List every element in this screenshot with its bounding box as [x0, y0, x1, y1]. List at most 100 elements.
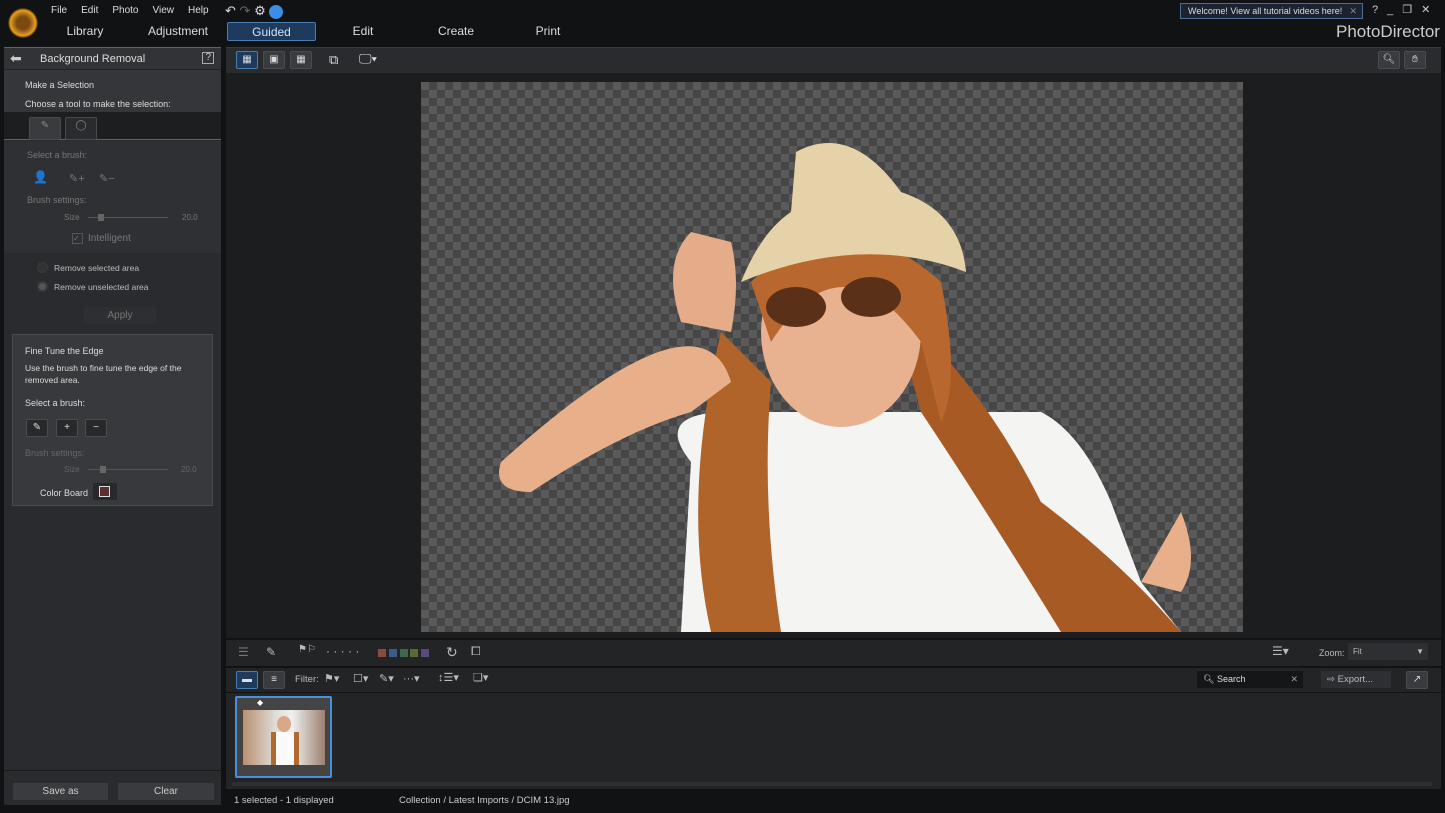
menu-bar: File Edit Photo View Help [51, 5, 223, 16]
welcome-tooltip[interactable]: Welcome! View all tutorial videos here! ✕ [1180, 3, 1363, 19]
refresh-icon[interactable]: ↻ [446, 644, 458, 661]
filter-rating-dropdown[interactable]: ☐▾ [353, 672, 368, 685]
tab-create[interactable]: Create [420, 22, 492, 41]
gear-icon[interactable]: ⚙ [254, 3, 266, 18]
sort-icon[interactable]: ☰▾ [1272, 644, 1289, 658]
zoom-tool-icon[interactable]: 🔍︎ [1378, 51, 1400, 69]
menu-photo[interactable]: Photo [112, 5, 138, 16]
add-brush-icon[interactable]: ✎+ [69, 172, 85, 185]
fine-tune-size-slider[interactable] [88, 466, 168, 473]
tab-library[interactable]: Library [45, 22, 125, 41]
color-label-olive[interactable] [410, 649, 419, 657]
export-button[interactable]: ⇨ Export... [1321, 671, 1391, 688]
remove-selected-radio[interactable] [37, 262, 48, 273]
status-path: Collection / Latest Imports / DCIM 13.jp… [399, 795, 570, 806]
close-window-icon[interactable]: ✕ [1421, 4, 1439, 16]
fine-tune-add-brush-icon[interactable]: + [56, 419, 78, 437]
color-label-blue[interactable] [388, 649, 397, 657]
color-board-label: Color Board [40, 488, 89, 498]
compare-icon[interactable]: ⧉ [329, 52, 338, 68]
intelligent-checkbox[interactable]: ✓ [72, 233, 83, 244]
menu-file[interactable]: File [51, 5, 67, 16]
close-icon[interactable]: ✕ [1349, 4, 1357, 18]
flag-icon[interactable]: ⚑⚐ [298, 644, 316, 655]
selection-heading: Make a Selection [25, 80, 95, 90]
selection-hint: Choose a tool to make the selection: [25, 99, 171, 109]
view-single-icon[interactable]: ▣ [263, 51, 285, 69]
color-labels[interactable] [378, 649, 430, 660]
clear-button[interactable]: Clear [118, 783, 214, 800]
color-label-red[interactable] [378, 649, 386, 657]
size-slider[interactable] [88, 214, 168, 221]
view-full-icon[interactable]: ▦ [236, 51, 258, 69]
filter-label: Filter: [295, 674, 319, 685]
fine-tune-brush-icon[interactable]: ✎ [26, 419, 48, 437]
sort-order-dropdown[interactable]: ↕☰▾ [438, 671, 459, 684]
popout-icon[interactable]: ↗ [1406, 671, 1428, 689]
tutorial-icon[interactable]: ? [202, 52, 214, 64]
status-selected: 1 selected - 1 displayed [234, 795, 334, 806]
list-view-icon[interactable]: ≡ [263, 671, 285, 689]
save-as-button[interactable]: Save as [13, 783, 108, 800]
lasso-tool-tab[interactable]: ◯ [65, 117, 97, 140]
rotate-menu-icon[interactable]: ☰ [238, 645, 249, 659]
filter-toolbar: ▬ ≡ Filter: ⚑▾ ☐▾ ✎▾ ···▾ ↕☰▾ ❏▾ 🔍︎ Sear… [226, 668, 1441, 692]
menu-edit[interactable]: Edit [81, 5, 98, 16]
filter-edit-dropdown[interactable]: ✎▾ [379, 672, 394, 685]
notification-icon[interactable] [269, 4, 284, 19]
color-board-swatch[interactable] [93, 483, 117, 500]
minimize-icon[interactable]: _ [1387, 4, 1402, 16]
remove-unselected-radio[interactable] [37, 281, 48, 292]
left-panel: ⬅ Background Removal ? Make a Selection … [4, 47, 221, 805]
smart-brush-tool-tab[interactable]: ✎ [29, 117, 61, 140]
remove-selected-label: Remove selected area [54, 263, 140, 273]
stack-dropdown[interactable]: ❏▾ [473, 671, 488, 684]
tab-print[interactable]: Print [515, 22, 581, 41]
fine-tune-section: Fine Tune the Edge Use the brush to fine… [12, 334, 213, 506]
help-icon[interactable]: ? [1372, 4, 1387, 16]
clear-search-icon[interactable]: ✕ [1290, 674, 1298, 685]
color-label-green[interactable] [399, 649, 408, 657]
select-brush-label: Select a brush: [27, 150, 88, 160]
photo-canvas[interactable] [421, 82, 1243, 632]
panel-title: Background Removal [40, 53, 146, 65]
restore-icon[interactable]: ❐ [1402, 4, 1421, 16]
panel-header: ⬅ Background Removal ? [4, 48, 221, 70]
view-grid-icon[interactable]: ▦ [290, 51, 312, 69]
color-label-purple[interactable] [421, 649, 430, 657]
fine-tune-size-value: 20.0 [181, 465, 197, 474]
filmstrip-scrollbar[interactable] [232, 782, 1432, 786]
remove-unselected-label: Remove unselected area [54, 282, 149, 292]
app-logo[interactable] [8, 8, 38, 38]
filmstrip-view-icon[interactable]: ▬ [236, 671, 258, 689]
crop-icon[interactable]: ⧠ [471, 644, 481, 659]
tab-guided[interactable]: Guided [227, 22, 316, 41]
edit-tag-icon[interactable]: ✎ [266, 645, 276, 659]
search-input[interactable]: 🔍︎ Search ✕ [1197, 671, 1303, 688]
fine-tune-size-label: Size [64, 465, 80, 474]
browser-toolbar: ☰ ✎ ⚑⚐ · · · · · ↻ ⧠ ☰▾ Zoom: Fit ▼ [226, 640, 1441, 666]
zoom-label: Zoom: [1319, 648, 1345, 658]
fine-tune-subtract-brush-icon[interactable]: − [85, 419, 107, 437]
filter-flag-dropdown[interactable]: ⚑▾ [324, 672, 339, 685]
menu-help[interactable]: Help [188, 5, 209, 16]
filter-more-dropdown[interactable]: ···▾ [403, 672, 420, 685]
filmstrip: ◆ [226, 693, 1441, 789]
undo-icon[interactable]: ↶ [225, 3, 236, 18]
chevron-down-icon: ▼ [1416, 647, 1424, 656]
size-value: 20.0 [182, 213, 198, 222]
zoom-select[interactable]: Fit ▼ [1348, 643, 1428, 660]
redo-icon[interactable]: ↷ [240, 3, 251, 18]
thumbnail[interactable]: ◆ [235, 696, 332, 778]
apply-button[interactable]: Apply [84, 307, 156, 324]
fine-tune-select-brush-label: Select a brush: [25, 398, 86, 408]
rating-dots[interactable]: · · · · · [326, 644, 359, 658]
tab-edit[interactable]: Edit [330, 22, 396, 41]
back-arrow-icon[interactable]: ⬅ [10, 50, 22, 67]
tab-adjustment[interactable]: Adjustment [140, 22, 216, 41]
monitor-icon[interactable]: 🖵▾ [359, 51, 377, 67]
hand-tool-icon[interactable]: ✋︎ [1404, 51, 1426, 69]
person-brush-icon[interactable]: 👤 [33, 170, 48, 184]
menu-view[interactable]: View [153, 5, 175, 16]
subtract-brush-icon[interactable]: ✎− [99, 172, 115, 185]
